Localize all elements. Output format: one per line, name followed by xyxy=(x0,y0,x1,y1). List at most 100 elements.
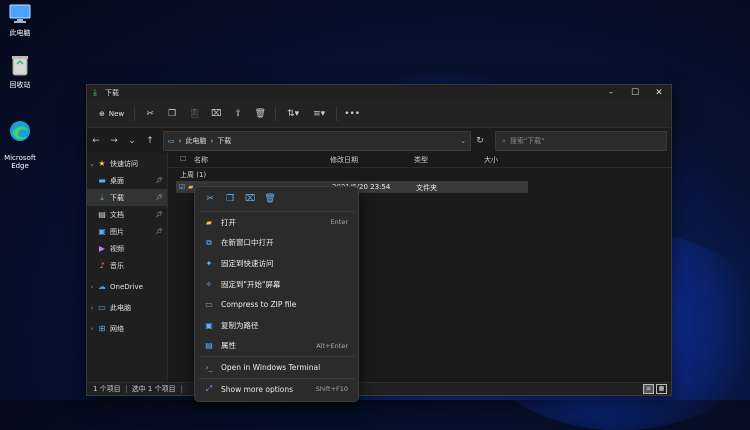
share-icon[interactable]: ⇪ xyxy=(227,104,249,124)
pin-start-icon: ✧ xyxy=(205,279,213,289)
expand-icon[interactable]: › xyxy=(87,304,97,312)
select-all-checkbox[interactable]: ☐ xyxy=(180,155,186,163)
recent-dropdown[interactable]: ⌄ xyxy=(123,130,141,152)
status-bar: 1 个项目 选中 1 个项目 ≡ ▦ xyxy=(87,382,671,395)
pin-icon: 📌︎ xyxy=(155,194,163,201)
more-icon[interactable]: ••• xyxy=(341,104,363,124)
navigation-pane: ⌄ ★ 快速访问 ▬ 桌面 📌︎ ⤓ 下载 📌︎ ▤ 文档 📌︎ ▣ 图片 📌︎… xyxy=(87,153,168,383)
sidebar-item-videos[interactable]: ▶ 视频 xyxy=(87,240,167,257)
menu-item-copy-path[interactable]: ▣ 复制为路径 xyxy=(195,315,358,336)
menu-item-open-new-window[interactable]: ⧉ 在新窗口中打开 xyxy=(195,233,358,254)
column-header-row: ☐ 名称 修改日期 类型 大小 xyxy=(168,153,671,168)
zip-icon: ▭ xyxy=(205,300,213,310)
cut-icon[interactable]: ✂ xyxy=(139,104,161,124)
breadcrumb-downloads[interactable]: 下载 xyxy=(217,136,231,146)
minimize-button[interactable]: – xyxy=(599,85,623,101)
new-button[interactable]: ⊕ New xyxy=(93,104,130,124)
folder-icon: ▰ xyxy=(188,183,194,191)
menu-item-open[interactable]: ▰ 打开 Enter xyxy=(195,212,358,233)
menu-item-compress-zip[interactable]: ▭ Compress to ZIP file xyxy=(195,294,358,315)
desktop-icon-recycle-bin[interactable]: 回收站 xyxy=(0,54,46,90)
menu-item-open-terminal[interactable]: ›_ Open in Windows Terminal xyxy=(195,357,358,378)
menu-item-pin-start[interactable]: ✧ 固定到"开始"屏幕 xyxy=(195,274,358,295)
expand-icon[interactable]: › xyxy=(87,325,97,333)
status-divider xyxy=(180,385,182,393)
column-header-name[interactable]: 名称 xyxy=(194,155,208,165)
properties-icon: ▤ xyxy=(205,341,213,351)
menu-item-show-more-options[interactable]: ⤢ Show more options Shift+F10 xyxy=(195,379,358,400)
sidebar-item-quick-access[interactable]: ⌄ ★ 快速访问 xyxy=(87,155,167,172)
expand-icon[interactable]: ⌄ xyxy=(87,160,97,168)
rename-icon[interactable]: ⌧ xyxy=(241,190,259,208)
sidebar-item-onedrive[interactable]: › ☁ OneDrive xyxy=(87,278,167,295)
pin-icon: 📌︎ xyxy=(155,228,163,235)
sidebar-item-desktop[interactable]: ▬ 桌面 📌︎ xyxy=(87,172,167,189)
sidebar-item-label: 此电脑 xyxy=(110,303,131,312)
sidebar-item-this-pc[interactable]: › ▭ 此电脑 xyxy=(87,299,167,316)
window-title: 下载 xyxy=(105,89,119,97)
desktop-icon-edge[interactable]: Microsoft Edge xyxy=(0,104,46,178)
cut-icon[interactable]: ✂ xyxy=(201,190,219,208)
sidebar-item-documents[interactable]: ▤ 文档 📌︎ xyxy=(87,206,167,223)
sort-icon[interactable]: ⇅▾ xyxy=(280,104,306,124)
menu-item-label: 复制为路径 xyxy=(221,320,259,330)
copy-icon[interactable]: ❐ xyxy=(161,104,183,124)
sidebar-item-label: 快速访问 xyxy=(110,159,138,168)
row-checkbox[interactable]: ☑ xyxy=(179,183,185,191)
crumb-separator: › xyxy=(210,137,214,145)
sidebar-item-music[interactable]: ♪ 音乐 xyxy=(87,257,167,274)
maximize-button[interactable]: ☐ xyxy=(623,85,647,101)
sidebar-item-label: 图片 xyxy=(110,227,124,236)
tiles-view-button[interactable]: ▦ xyxy=(656,384,667,394)
sidebar-item-pictures[interactable]: ▣ 图片 📌︎ xyxy=(87,223,167,240)
delete-icon[interactable]: 🗑︎ xyxy=(249,104,271,124)
group-header[interactable]: 上周 (1) xyxy=(180,170,206,180)
column-header-size[interactable]: 大小 xyxy=(484,155,498,165)
column-header-type[interactable]: 类型 xyxy=(414,155,428,165)
breadcrumb-this-pc[interactable]: 此电脑 xyxy=(185,136,206,146)
refresh-button[interactable]: ↻ xyxy=(471,136,489,146)
back-button[interactable]: ← xyxy=(87,130,105,152)
new-window-icon: ⧉ xyxy=(206,237,212,247)
file-type: 文件夹 xyxy=(416,184,437,192)
cloud-icon: ☁ xyxy=(98,282,106,291)
menu-item-properties[interactable]: ▤ 属性 Alt+Enter xyxy=(195,336,358,357)
sidebar-item-label: OneDrive xyxy=(110,282,143,291)
copy-icon[interactable]: ❐ xyxy=(221,190,239,208)
toolbar-divider xyxy=(336,107,338,121)
folder-icon: ▰ xyxy=(205,217,213,227)
menu-item-pin-quick-access[interactable]: ✦ 固定到快速访问 xyxy=(195,253,358,274)
paste-icon[interactable]: 📋︎ xyxy=(183,104,205,124)
expand-icon[interactable]: › xyxy=(87,283,97,291)
sidebar-item-downloads[interactable]: ⤓ 下载 📌︎ xyxy=(87,189,167,206)
toolbar-divider xyxy=(275,107,277,121)
view-icon[interactable]: ≡▾ xyxy=(306,104,332,124)
plus-circle-icon: ⊕ xyxy=(99,110,105,118)
pin-icon: 📌︎ xyxy=(155,177,163,184)
picture-icon: ▣ xyxy=(98,227,106,236)
menu-item-label: 固定到"开始"屏幕 xyxy=(221,279,281,289)
sidebar-item-label: 桌面 xyxy=(110,176,124,185)
forward-button[interactable]: → xyxy=(105,130,123,152)
close-button[interactable]: ✕ xyxy=(647,85,671,101)
menu-item-label: Open in Windows Terminal xyxy=(221,362,321,372)
details-view-button[interactable]: ≡ xyxy=(643,384,654,394)
desktop-icon-this-pc[interactable]: 此电脑 xyxy=(0,4,46,38)
chevron-down-icon[interactable]: ⌄ xyxy=(460,137,466,145)
sidebar-item-network[interactable]: › ⊞ 网络 xyxy=(87,320,167,337)
column-header-modified[interactable]: 修改日期 xyxy=(330,155,358,165)
rename-icon[interactable]: ⌧ xyxy=(205,104,227,124)
address-bar[interactable]: ▭ › 此电脑 › 下载 ⌄ xyxy=(163,131,471,151)
download-icon: ⤓ xyxy=(100,192,104,202)
title-bar[interactable]: ⤓ 下载 – ☐ ✕ xyxy=(87,85,671,101)
menu-item-label: 固定到快速访问 xyxy=(221,258,274,268)
search-input[interactable]: ⌕ 搜索"下载" xyxy=(495,131,667,151)
crumb-separator: › xyxy=(178,137,182,145)
desktop-icon-label: 此电脑 xyxy=(9,29,31,37)
up-button[interactable]: ↑ xyxy=(141,130,159,152)
context-menu-quick-actions: ✂ ❐ ⌧ 🗑︎ xyxy=(195,187,358,211)
menu-item-label: Compress to ZIP file xyxy=(221,300,297,310)
more-options-icon: ⤢ xyxy=(205,384,213,394)
menu-item-label: Show more options xyxy=(221,384,294,394)
delete-icon[interactable]: 🗑︎ xyxy=(261,190,279,208)
